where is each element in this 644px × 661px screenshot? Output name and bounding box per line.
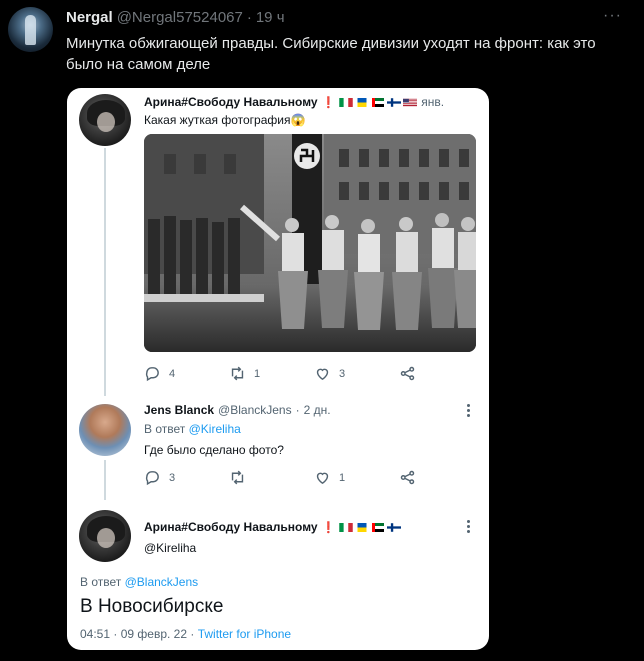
tweet1-text: Какая жуткая фотография [144,113,291,127]
tweet3-text: В Новосибирске [80,596,224,617]
tweet2-reply-line: В ответ @Kireliha [144,422,241,436]
tweet-header: Nergal @Nergal57524067 · 19 ч [66,9,285,26]
tweet3-date: 09 февр. 22 [120,627,188,641]
reply-button[interactable]: 4 [144,365,229,382]
reply-icon [145,471,159,486]
retweet-icon [231,366,244,381]
reply-count: 3 [169,471,176,484]
like-icon [316,368,329,381]
retweet-button[interactable]: 1 [229,365,314,382]
flags-icon [339,97,418,107]
share-icon [400,366,415,381]
reply-to-link[interactable]: @BlanckJens [125,575,199,589]
exclamation-icon: ❗ [321,521,336,534]
tweet3-more-icon[interactable] [467,520,471,535]
share-icon [400,470,415,485]
tweet2-separator: · [295,403,300,417]
tweet3-author-name: Арина#Свободу Навальному [144,520,318,534]
tweet-time[interactable]: 19 ч [256,9,285,26]
exclamation-icon: ❗ [321,96,336,109]
tweet1-photo[interactable] [144,134,476,352]
reply-prefix: В ответ [144,422,186,436]
tweet1-actions: 4 1 3 [144,365,424,382]
tweet3-meta: 04:51 · 09 февр. 22 · Twitter for iPhone [80,627,291,641]
tweet-source-link[interactable]: Twitter for iPhone [198,627,291,641]
tweet3-reply-line: В ответ @BlanckJens [80,575,198,589]
scream-emoji: 😱 [290,113,306,127]
like-button[interactable]: 1 [314,469,399,486]
reply-prefix: В ответ [80,575,122,589]
reply-count: 4 [169,367,176,380]
retweet-count: 1 [254,367,261,380]
thread-line [104,460,106,500]
tweet2-more-icon[interactable] [467,404,471,419]
author-name[interactable]: Nergal [66,9,113,26]
tweet1-author-name: Арина#Свободу Навальному [144,95,318,109]
tweet1-text-line: Какая жуткая фотография😱 [144,113,305,127]
tweet-text: Минутка обжигающей правды. Сибирские див… [66,35,596,73]
tweet3-header: Арина#Свободу Навальному ❗ [144,520,402,534]
header-separator: · [246,9,252,26]
tweet2-time: 2 дн. [303,403,331,417]
more-icon[interactable]: ··· [603,7,622,25]
tweet2-handle: @BlanckJens [218,403,292,417]
reply-icon [145,367,159,382]
like-count: 1 [339,471,346,484]
reply-to-link[interactable]: @Kireliha [189,422,241,436]
retweet-icon [231,470,244,485]
tweet2-text: Где было сделано фото? [144,443,284,457]
share-button[interactable] [399,469,416,486]
like-count: 3 [339,367,346,380]
reply-button[interactable]: 3 [144,469,229,486]
flags-icon [339,522,402,532]
jens-avatar [79,404,131,456]
meta-separator: · [113,627,118,641]
tweet2-actions: 3 1 [144,469,424,486]
arina-avatar [79,94,131,146]
tweet2-author-name: Jens Blanck [144,403,215,417]
tweet1-date: янв. [421,95,445,109]
like-button[interactable]: 3 [314,365,399,382]
author-avatar[interactable] [8,7,53,52]
share-button[interactable] [399,365,416,382]
embedded-screenshot[interactable]: Арина#Свободу Навальному ❗ янв. Какая жу… [67,88,489,650]
arina-avatar [79,510,131,562]
tweet3-handle: @Kireliha [144,541,197,555]
tweet3-time: 04:51 [80,627,111,641]
retweet-button[interactable] [229,469,314,486]
like-icon [316,472,329,485]
meta-separator: · [190,627,195,641]
tweet1-header: Арина#Свободу Навальному ❗ янв. [144,95,444,109]
tweet2-header: Jens Blanck @BlanckJens · 2 дн. [144,403,331,417]
thread-line [104,148,106,396]
author-handle[interactable]: @Nergal57524067 [117,9,243,26]
